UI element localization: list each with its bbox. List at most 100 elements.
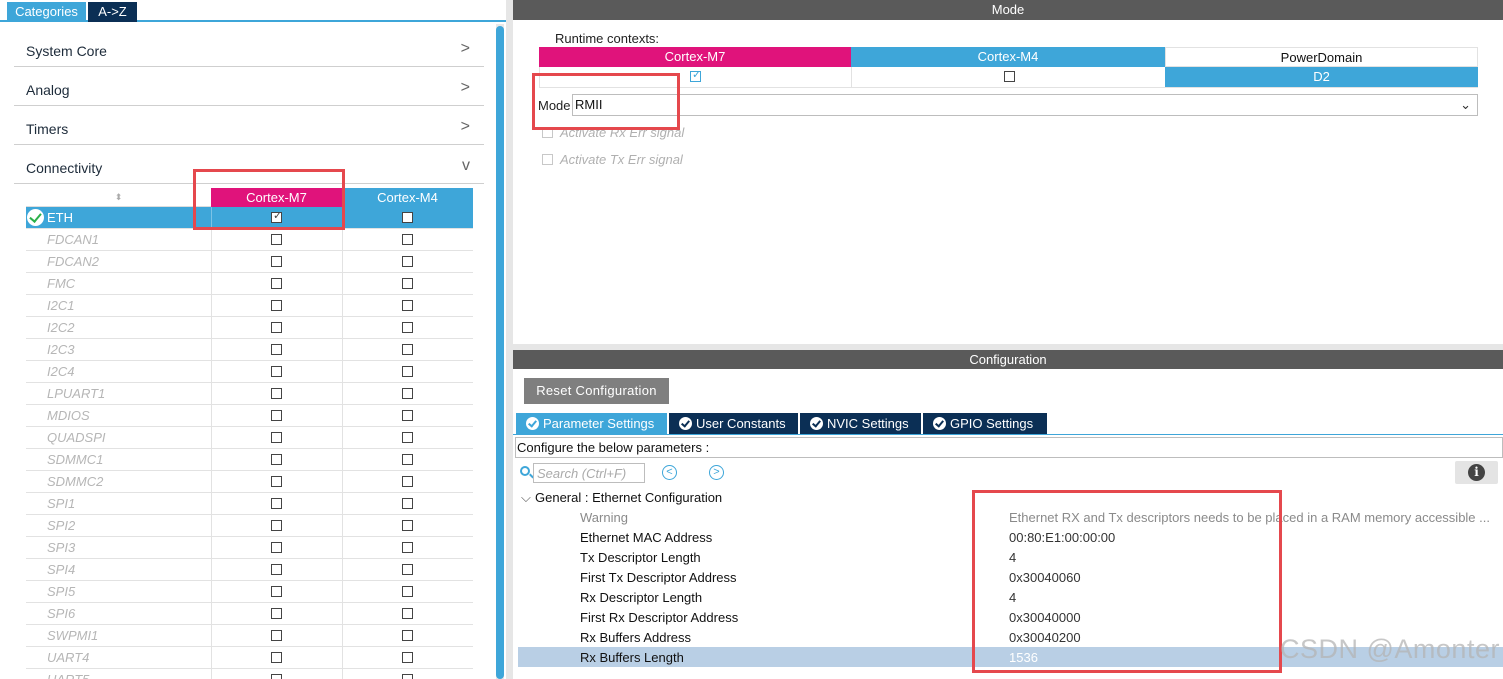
cortex-m7-checkbox[interactable] [271, 498, 282, 509]
reset-configuration-button[interactable]: Reset Configuration [524, 378, 669, 404]
peripheral-row[interactable]: SPI6 [26, 603, 473, 625]
peripheral-row[interactable]: QUADSPI [26, 427, 473, 449]
cortex-m4-checkbox[interactable] [402, 542, 413, 553]
peripheral-row[interactable]: UART5 [26, 669, 473, 679]
cortex-m4-checkbox[interactable] [402, 410, 413, 421]
cortex-m7-checkbox[interactable] [271, 322, 282, 333]
cortex-m4-checkbox[interactable] [402, 278, 413, 289]
category-timers[interactable]: Timers > [14, 107, 484, 145]
peripheral-row[interactable]: SPI1 [26, 493, 473, 515]
peripheral-row[interactable]: SPI3 [26, 537, 473, 559]
cortex-m4-checkbox[interactable] [402, 652, 413, 663]
search-input[interactable] [533, 463, 645, 483]
cortex-m7-checkbox[interactable] [271, 520, 282, 531]
peripheral-row[interactable]: SWPMI1 [26, 625, 473, 647]
cortex-m4-checkbox[interactable] [402, 234, 413, 245]
cortex-m7-checkbox[interactable] [271, 586, 282, 597]
previous-match-button[interactable]: < [662, 465, 677, 480]
group-ethernet-configuration[interactable]: ⌵ General : Ethernet Configuration [521, 490, 722, 506]
tab-a-z[interactable]: A->Z [88, 2, 137, 22]
tab-label: User Constants [696, 416, 786, 431]
peripheral-name: SPI2 [47, 518, 76, 533]
tab-categories[interactable]: Categories [7, 2, 86, 22]
next-match-button[interactable]: > [709, 465, 724, 480]
cortex-m4-checkbox[interactable] [402, 586, 413, 597]
peripheral-row[interactable]: I2C4 [26, 361, 473, 383]
cell-cortex-m4 [342, 647, 473, 668]
cortex-m4-checkbox[interactable] [402, 674, 413, 679]
peripheral-row[interactable]: SPI4 [26, 559, 473, 581]
cortex-m4-checkbox[interactable] [402, 388, 413, 399]
scrollbar-thumb[interactable] [496, 26, 504, 679]
tab-parameter-settings[interactable]: Parameter Settings [516, 413, 667, 434]
power-domain-value: D2 [1165, 67, 1478, 88]
peripheral-row[interactable]: SPI2 [26, 515, 473, 537]
cortex-m7-checkbox[interactable] [271, 278, 282, 289]
tab-label: Parameter Settings [543, 416, 655, 431]
tx-err-checkbox[interactable] [542, 154, 553, 165]
cortex-m4-checkbox[interactable] [402, 520, 413, 531]
peripheral-row[interactable]: I2C2 [26, 317, 473, 339]
peripheral-row[interactable]: UART4 [26, 647, 473, 669]
peripheral-row[interactable]: FDCAN2 [26, 251, 473, 273]
vertical-splitter[interactable] [506, 0, 513, 679]
cortex-m7-checkbox[interactable]: ✓ [690, 70, 701, 82]
peripheral-name: SDMMC2 [47, 474, 104, 489]
peripheral-row[interactable]: FDCAN1 [26, 229, 473, 251]
cortex-m7-checkbox[interactable] [271, 432, 282, 443]
cortex-m7-checkbox[interactable] [271, 564, 282, 575]
cortex-m4-checkbox[interactable] [402, 344, 413, 355]
cortex-m4-checkbox[interactable] [402, 300, 413, 311]
cortex-m7-checkbox[interactable] [271, 674, 282, 679]
search-icon [520, 466, 530, 476]
peripheral-row[interactable]: SPI5 [26, 581, 473, 603]
cortex-m7-checkbox[interactable] [271, 608, 282, 619]
cortex-m7-checkbox[interactable] [271, 652, 282, 663]
peripheral-row[interactable]: MDIOS [26, 405, 473, 427]
cortex-m7-checkbox[interactable] [271, 542, 282, 553]
cortex-m7-checkbox[interactable] [271, 454, 282, 465]
cell-cortex-m7 [211, 317, 342, 338]
cell-cortex-m7 [211, 625, 342, 646]
peripheral-row[interactable]: LPUART1 [26, 383, 473, 405]
peripheral-row[interactable]: I2C3 [26, 339, 473, 361]
cortex-m7-checkbox[interactable] [271, 388, 282, 399]
cortex-m4-checkbox[interactable] [402, 212, 413, 223]
mode-select[interactable]: RMII ⌄ [572, 94, 1478, 116]
cortex-m7-checkbox[interactable] [271, 234, 282, 245]
cortex-m7-checkbox[interactable] [271, 366, 282, 377]
cortex-m4-checkbox[interactable] [402, 256, 413, 267]
cortex-m4-checkbox[interactable] [402, 476, 413, 487]
cell-cortex-m7 [211, 493, 342, 514]
cortex-m4-checkbox[interactable] [402, 366, 413, 377]
cortex-m4-checkbox[interactable] [402, 454, 413, 465]
tab-user-constants[interactable]: User Constants [669, 413, 798, 434]
check-circle-icon [27, 209, 44, 226]
cortex-m4-checkbox[interactable] [402, 564, 413, 575]
cortex-m7-checkbox[interactable] [271, 476, 282, 487]
tab-nvic-settings[interactable]: NVIC Settings [800, 413, 921, 434]
tab-gpio-settings[interactable]: GPIO Settings [923, 413, 1047, 434]
peripheral-row[interactable]: SDMMC1 [26, 449, 473, 471]
peripheral-row[interactable]: I2C1 [26, 295, 473, 317]
cortex-m7-checkbox[interactable] [271, 300, 282, 311]
parameter-name: First Rx Descriptor Address [580, 610, 739, 625]
peripheral-row[interactable]: FMC [26, 273, 473, 295]
cortex-m4-checkbox[interactable] [1004, 71, 1015, 82]
peripheral-table: ⬍ Cortex-M7 Cortex-M4 ETH ✓ FDCAN1 FDCAN2 FM… [26, 188, 473, 679]
cortex-m7-checkbox[interactable] [271, 256, 282, 267]
info-button[interactable]: i [1455, 461, 1498, 484]
cortex-m4-checkbox[interactable] [402, 608, 413, 619]
cortex-m4-checkbox[interactable] [402, 498, 413, 509]
peripheral-row[interactable]: SDMMC2 [26, 471, 473, 493]
cortex-m4-checkbox[interactable] [402, 432, 413, 443]
cortex-m4-checkbox[interactable] [402, 630, 413, 641]
check-circle-icon [526, 417, 539, 430]
cortex-m7-checkbox[interactable] [271, 630, 282, 641]
category-analog[interactable]: Analog > [14, 68, 484, 106]
sort-icon[interactable]: ⬍ [26, 188, 211, 207]
category-system-core[interactable]: System Core > [14, 29, 484, 67]
cortex-m7-checkbox[interactable] [271, 344, 282, 355]
cortex-m7-checkbox[interactable] [271, 410, 282, 421]
cortex-m4-checkbox[interactable] [402, 322, 413, 333]
